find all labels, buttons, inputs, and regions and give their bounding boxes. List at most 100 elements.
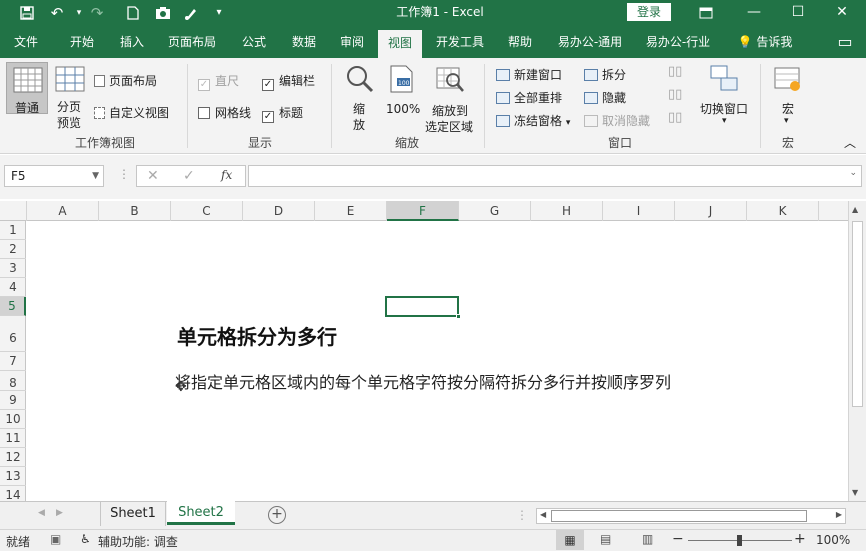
zoom-100-button[interactable]: 100 100% — [384, 62, 422, 122]
row-header-13[interactable]: 13 — [0, 467, 26, 486]
page-break-icon[interactable]: ▥ — [642, 532, 653, 546]
macros-button[interactable]: 宏 ▾ — [770, 62, 806, 134]
accessibility-status[interactable]: 辅助功能: 调查 — [98, 533, 178, 550]
scroll-thumb[interactable] — [852, 221, 863, 407]
tab-developer[interactable]: 开发工具 — [428, 26, 492, 58]
row-header-2[interactable]: 2 — [0, 240, 26, 259]
zoom-out-icon[interactable]: − — [672, 531, 684, 547]
headings-checkbox[interactable]: ✓ 标题 — [262, 104, 303, 123]
camera-icon[interactable] — [150, 0, 176, 26]
normal-view-button[interactable]: 普通 — [6, 62, 48, 115]
normal-view-icon[interactable]: ▦ — [556, 530, 584, 550]
tab-data[interactable]: 数据 — [282, 26, 326, 58]
column-header-j[interactable]: J — [675, 201, 747, 221]
scroll-up-icon[interactable]: ▲ — [852, 205, 858, 214]
row-header-4[interactable]: 4 — [0, 278, 26, 297]
row-header-11[interactable]: 11 — [0, 429, 26, 448]
scroll-down-icon[interactable]: ▼ — [852, 488, 858, 497]
enter-icon[interactable]: ✓ — [183, 168, 195, 184]
restore-icon[interactable]: ☐ — [778, 0, 818, 26]
formula-bar-resize-handle[interactable]: ⋮ — [118, 167, 130, 181]
ruler-checkbox[interactable]: ✓ 直尺 — [198, 72, 239, 91]
gridlines-checkbox[interactable]: 网格线 — [198, 104, 251, 121]
split-button[interactable]: 拆分 — [584, 66, 626, 83]
insert-function-icon[interactable]: fx — [221, 168, 232, 182]
close-icon[interactable]: ✕ — [822, 0, 862, 26]
macro-record-icon[interactable]: ▣ — [50, 532, 61, 546]
redo-icon[interactable]: ↷ — [84, 0, 110, 26]
scroll-right-icon[interactable]: ▶ — [836, 510, 842, 519]
save-icon[interactable] — [14, 0, 40, 26]
collapse-ribbon-icon[interactable]: ︿ — [844, 134, 856, 151]
custom-views-button[interactable]: 自定义视图 — [94, 104, 169, 121]
column-header-f[interactable]: F — [387, 201, 459, 221]
tab-split-handle[interactable]: ⋮ — [516, 508, 528, 522]
row-header-6[interactable]: 6 — [0, 316, 26, 352]
row-header-12[interactable]: 12 — [0, 448, 26, 467]
tab-file[interactable]: 文件 — [6, 26, 46, 58]
accessibility-icon[interactable]: ♿ — [80, 532, 91, 546]
freeze-panes-button[interactable]: 冻结窗格 ▾ — [496, 112, 570, 129]
column-header-c[interactable]: C — [171, 201, 243, 221]
hide-button[interactable]: 隐藏 — [584, 89, 626, 106]
column-header-k[interactable]: K — [747, 201, 819, 221]
page-layout-view-button[interactable]: 页面布局 — [94, 72, 157, 89]
prev-sheet-icon[interactable]: ◀ — [38, 508, 45, 518]
formula-bar-checkbox[interactable]: ✓ 编辑栏 — [262, 72, 315, 91]
sheet-tab-sheet1[interactable]: Sheet1 — [100, 502, 166, 526]
cell-grid[interactable]: 单元格拆分为多行 将指定单元格区域内的每个单元格字符按分隔符拆分多行并按顺序罗列… — [27, 221, 847, 501]
sync-scroll-icon[interactable]: ▯▯ — [668, 87, 682, 102]
row-header-7[interactable]: 7 — [0, 352, 26, 371]
switch-windows-button[interactable]: 切换窗口 ▾ — [696, 62, 754, 134]
new-window-button[interactable]: 新建窗口 — [496, 66, 562, 83]
row-header-10[interactable]: 10 — [0, 410, 26, 429]
column-header-b[interactable]: B — [99, 201, 171, 221]
horizontal-scrollbar[interactable]: ◀ ▶ — [536, 508, 846, 524]
row-header-8[interactable]: 8 — [0, 371, 26, 391]
zoom-percentage[interactable]: 100% — [816, 533, 850, 547]
next-sheet-icon[interactable]: ▶ — [56, 508, 63, 518]
tab-home[interactable]: 开始 — [60, 26, 104, 58]
vertical-scrollbar[interactable]: ▲ ▼ — [848, 201, 866, 501]
tab-formulas[interactable]: 公式 — [232, 26, 276, 58]
page-layout-icon[interactable]: ▤ — [600, 532, 611, 546]
new-file-icon[interactable] — [120, 0, 146, 26]
row-header-3[interactable]: 3 — [0, 259, 26, 278]
row-header-5[interactable]: 5 — [0, 297, 26, 316]
sheet-tab-sheet2[interactable]: Sheet2 — [167, 501, 235, 525]
fill-handle[interactable] — [456, 314, 461, 319]
scroll-left-icon[interactable]: ◀ — [540, 510, 546, 519]
tab-yibangong-general[interactable]: 易办公-通用 — [550, 26, 630, 58]
tell-me-search[interactable]: 💡 告诉我 — [730, 26, 800, 58]
column-header-e[interactable]: E — [315, 201, 387, 221]
tab-insert[interactable]: 插入 — [110, 26, 154, 58]
formula-input[interactable]: ⌄ — [248, 165, 862, 187]
expand-formula-bar-icon[interactable]: ⌄ — [849, 168, 857, 178]
zoom-to-selection-button[interactable]: 缩放到 选定区域 — [424, 62, 476, 134]
tab-page-layout[interactable]: 页面布局 — [160, 26, 224, 58]
zoom-slider-thumb[interactable] — [737, 535, 742, 546]
arrange-all-button[interactable]: 全部重排 — [496, 89, 562, 106]
qat-dropdown-icon[interactable]: ▾ — [206, 0, 232, 26]
unhide-button[interactable]: 取消隐藏 — [584, 112, 650, 129]
page-break-preview-button[interactable]: 分页 预览 — [54, 62, 86, 130]
column-header-a[interactable]: A — [27, 201, 99, 221]
column-header-g[interactable]: G — [459, 201, 531, 221]
reset-window-position-icon[interactable]: ▯▯ — [668, 110, 682, 125]
select-all-corner[interactable] — [0, 201, 27, 221]
name-box[interactable]: F5 ▼ — [4, 165, 104, 187]
comments-icon[interactable]: ▭ — [830, 26, 860, 58]
tab-review[interactable]: 审阅 — [330, 26, 374, 58]
column-header-i[interactable]: I — [603, 201, 675, 221]
row-header-9[interactable]: 9 — [0, 391, 26, 410]
login-button[interactable]: 登录 — [627, 3, 671, 21]
zoom-button[interactable]: 缩 放 — [342, 62, 378, 134]
cancel-icon[interactable]: ✕ — [147, 168, 159, 184]
row-header-1[interactable]: 1 — [0, 221, 26, 240]
paint-icon[interactable] — [178, 0, 204, 26]
tab-view[interactable]: 视图 — [378, 30, 422, 58]
column-header-d[interactable]: D — [243, 201, 315, 221]
horizontal-scroll-thumb[interactable] — [551, 510, 807, 522]
tab-help[interactable]: 帮助 — [498, 26, 542, 58]
minimize-icon[interactable]: — — [734, 0, 774, 26]
